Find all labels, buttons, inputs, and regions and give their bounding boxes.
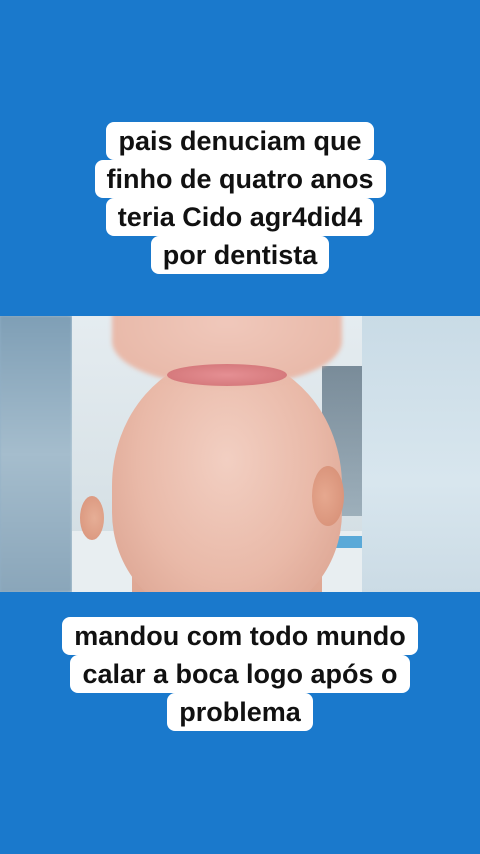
bottom-caption-line-2: calar a boca logo após o (70, 655, 410, 693)
bottom-caption-line-1: mandou com todo mundo (62, 617, 418, 655)
lip (167, 364, 287, 386)
top-caption-line-2: finho de quatro anos (94, 160, 386, 198)
video-frame-child-chin (72, 316, 362, 592)
ear-left (80, 496, 104, 540)
video-post-canvas: pais denuciam que finho de quatro anos t… (0, 0, 480, 854)
video-area[interactable] (0, 316, 480, 592)
top-caption-line-1: pais denuciam que (106, 122, 374, 160)
chin (112, 356, 342, 592)
bottom-caption-line-3: problema (167, 693, 313, 731)
top-caption-line-4: por dentista (150, 236, 330, 274)
ear-right (312, 466, 344, 526)
bottom-caption: mandou com todo mundo calar a boca logo … (0, 617, 480, 731)
blurred-right-border (362, 316, 480, 592)
blurred-left-border (0, 316, 72, 592)
top-caption: pais denuciam que finho de quatro anos t… (0, 122, 480, 274)
top-caption-line-3: teria Cido agr4did4 (105, 198, 375, 236)
